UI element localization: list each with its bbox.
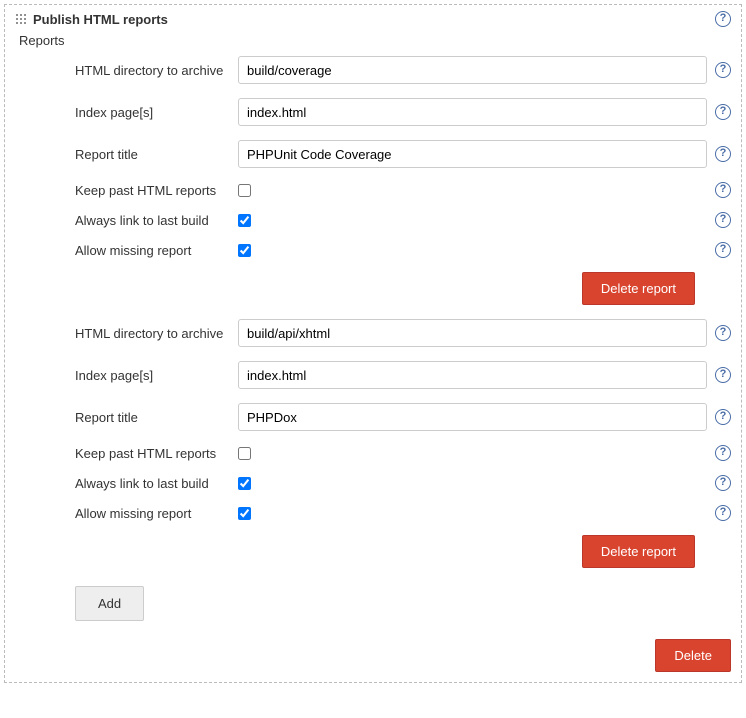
allow-missing-checkbox[interactable] (238, 507, 251, 520)
html-dir-label: HTML directory to archive (75, 326, 230, 341)
report-title-label: Report title (75, 410, 230, 425)
help-icon[interactable]: ? (715, 11, 731, 27)
report-title-input[interactable] (238, 140, 707, 168)
help-icon[interactable]: ? (715, 505, 731, 521)
delete-report-button[interactable]: Delete report (582, 272, 695, 305)
index-page-input[interactable] (238, 98, 707, 126)
html-dir-input[interactable] (238, 319, 707, 347)
publish-html-reports-panel: Publish HTML reports ? Reports HTML dire… (4, 4, 742, 683)
always-link-label: Always link to last build (75, 476, 230, 491)
help-icon[interactable]: ? (715, 182, 731, 198)
help-icon[interactable]: ? (715, 409, 731, 425)
help-icon[interactable]: ? (715, 325, 731, 341)
drag-handle-icon[interactable] (15, 13, 27, 25)
help-icon[interactable]: ? (715, 445, 731, 461)
keep-past-label: Keep past HTML reports (75, 446, 230, 461)
reports-section-label: Reports (15, 33, 731, 56)
delete-report-button[interactable]: Delete report (582, 535, 695, 568)
report-title-input[interactable] (238, 403, 707, 431)
help-icon[interactable]: ? (715, 146, 731, 162)
help-icon[interactable]: ? (715, 62, 731, 78)
report-block: HTML directory to archive ? Index page[s… (15, 56, 731, 305)
allow-missing-label: Allow missing report (75, 243, 230, 258)
html-dir-input[interactable] (238, 56, 707, 84)
allow-missing-label: Allow missing report (75, 506, 230, 521)
help-icon[interactable]: ? (715, 367, 731, 383)
panel-title: Publish HTML reports (33, 12, 709, 27)
keep-past-checkbox[interactable] (238, 184, 251, 197)
allow-missing-checkbox[interactable] (238, 244, 251, 257)
delete-button[interactable]: Delete (655, 639, 731, 672)
always-link-checkbox[interactable] (238, 477, 251, 490)
report-block: HTML directory to archive ? Index page[s… (15, 319, 731, 568)
html-dir-label: HTML directory to archive (75, 63, 230, 78)
index-page-input[interactable] (238, 361, 707, 389)
report-title-label: Report title (75, 147, 230, 162)
help-icon[interactable]: ? (715, 212, 731, 228)
help-icon[interactable]: ? (715, 104, 731, 120)
keep-past-label: Keep past HTML reports (75, 183, 230, 198)
always-link-label: Always link to last build (75, 213, 230, 228)
help-icon[interactable]: ? (715, 242, 731, 258)
panel-header: Publish HTML reports ? (15, 11, 731, 27)
help-icon[interactable]: ? (715, 475, 731, 491)
always-link-checkbox[interactable] (238, 214, 251, 227)
index-page-label: Index page[s] (75, 368, 230, 383)
index-page-label: Index page[s] (75, 105, 230, 120)
add-button[interactable]: Add (75, 586, 144, 621)
keep-past-checkbox[interactable] (238, 447, 251, 460)
